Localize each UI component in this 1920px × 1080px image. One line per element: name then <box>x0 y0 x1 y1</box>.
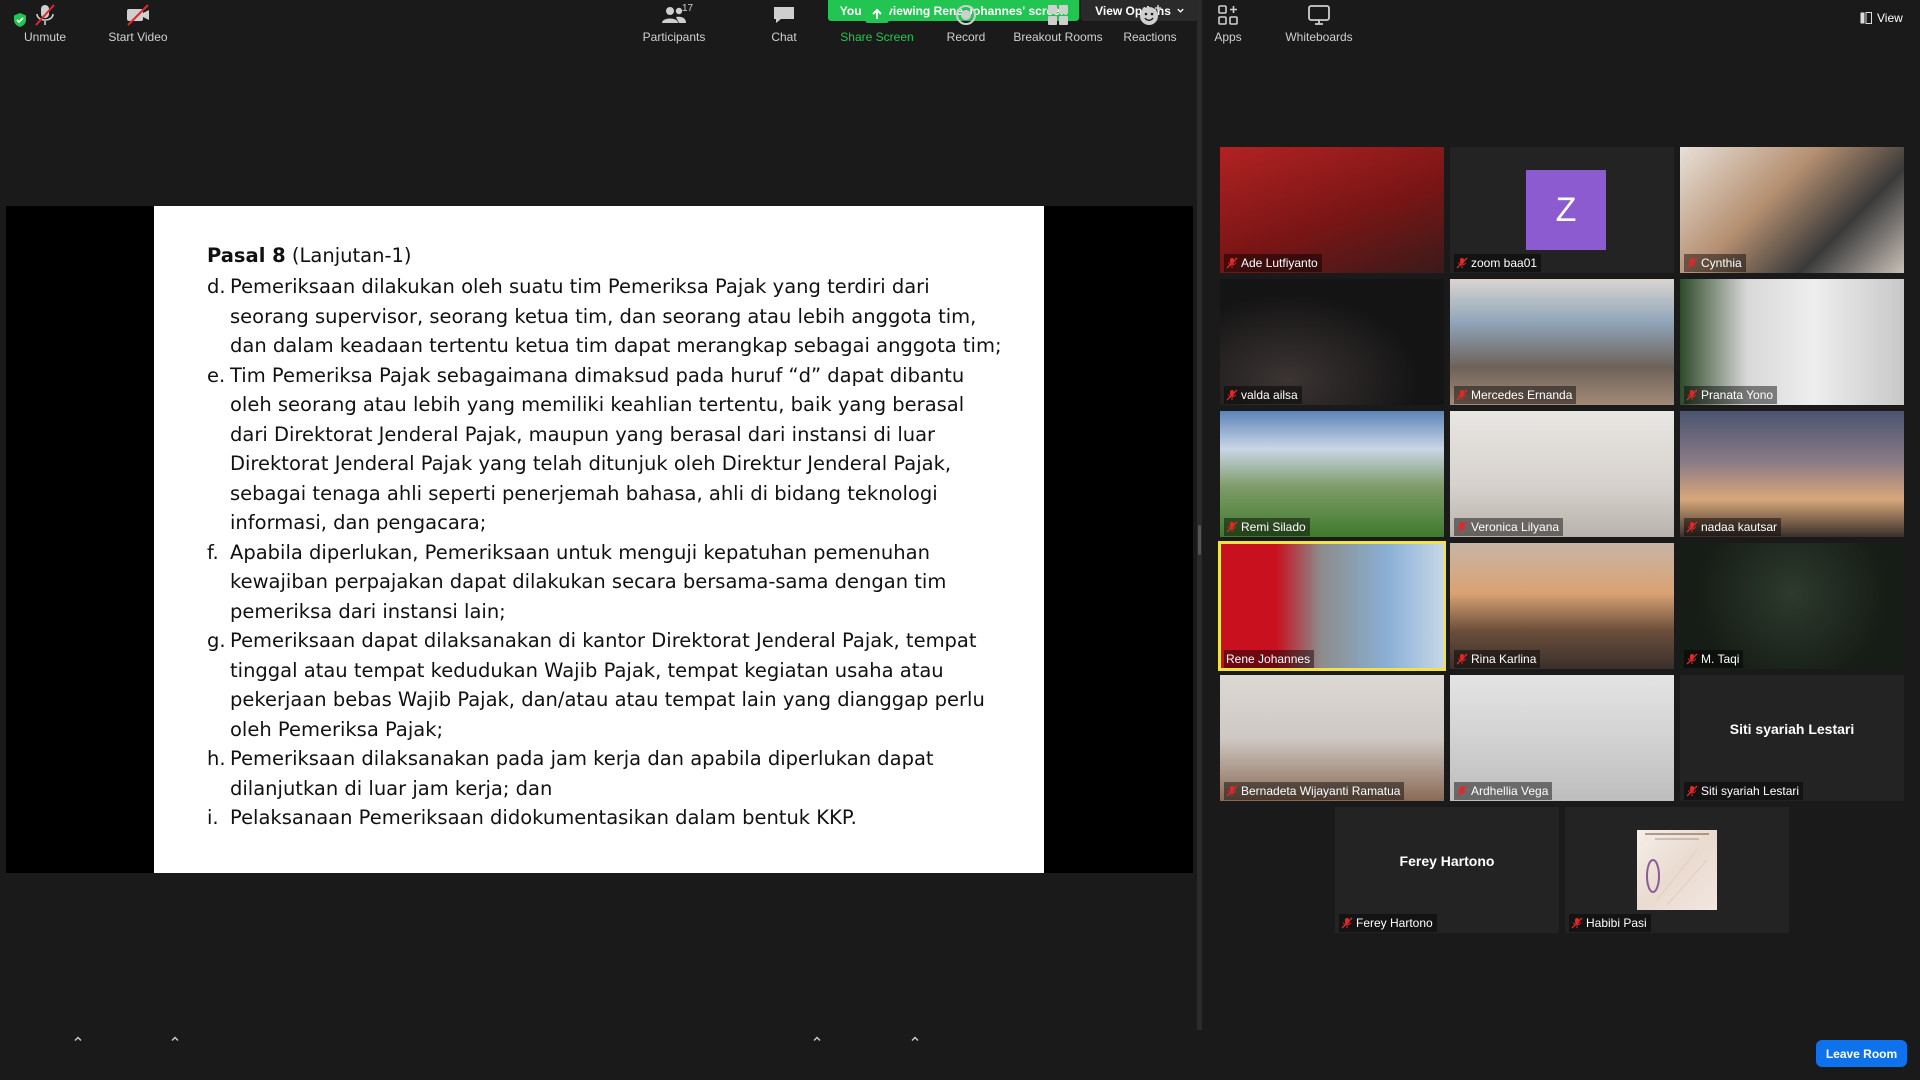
participant-name-display: Siti syariah Lestari <box>1729 721 1855 737</box>
apps-button[interactable]: Apps <box>1208 0 1248 50</box>
slide-item-h: h. Pemeriksaan dilaksanakan pada jam kerj… <box>207 747 934 800</box>
participant-name-label: Habibi Pasi <box>1569 914 1651 932</box>
grid-view-icon <box>1860 12 1872 24</box>
mic-muted-icon <box>1686 521 1698 533</box>
participant-tile[interactable]: Siti syariah Lestari Siti syariah Lestar… <box>1680 675 1904 801</box>
mic-muted-icon <box>1226 257 1238 269</box>
participant-tile[interactable]: Remi Silado <box>1220 411 1444 537</box>
participant-name-label: Mercedes Ernanda <box>1454 386 1577 404</box>
participant-name-label: Ardhellia Vega <box>1454 782 1553 800</box>
mic-muted-icon <box>1456 257 1468 269</box>
record-icon <box>956 5 976 25</box>
participant-tile[interactable]: Pranata Yono <box>1680 279 1904 405</box>
mic-muted-icon <box>1686 653 1698 665</box>
mic-muted-icon <box>1456 653 1468 665</box>
unmute-options-caret-icon[interactable] <box>73 1034 83 1044</box>
view-button[interactable]: View <box>1860 11 1903 25</box>
start-video-button[interactable]: Start Video <box>104 0 172 50</box>
mic-muted-icon <box>1226 389 1238 401</box>
slide-item-d: d. Pemeriksaan dilakukan oleh suatu tim P… <box>207 275 1002 357</box>
participant-name-label: nadaa kautsar <box>1684 518 1782 536</box>
participant-tile[interactable]: Veronica Lilyana <box>1450 411 1674 537</box>
chat-options-caret-icon[interactable] <box>812 1034 822 1044</box>
apps-icon <box>1218 5 1238 25</box>
participant-tile[interactable]: Habibi Pasi <box>1565 807 1789 933</box>
whiteboard-icon <box>1308 5 1330 25</box>
unmute-button[interactable]: Unmute <box>14 0 76 50</box>
participant-name-label: Remi Silado <box>1224 518 1310 536</box>
leave-room-button[interactable]: Leave Room <box>1816 1040 1907 1067</box>
breakout-rooms-icon <box>1048 5 1068 25</box>
whiteboards-button[interactable]: Whiteboards <box>1280 0 1358 50</box>
participant-name-label: Siti syariah Lestari <box>1684 782 1804 800</box>
mic-muted-icon <box>1686 389 1698 401</box>
slide-item-i: i. Pelaksanaan Pemeriksaan didokumentasik… <box>207 806 857 829</box>
participants-count: 17 <box>682 3 694 14</box>
participant-name-label: Bernadeta Wijayanti Ramatua <box>1224 782 1405 800</box>
participant-tile[interactable]: Bernadeta Wijayanti Ramatua <box>1220 675 1444 801</box>
slide-item-f: f. Apabila diperlukan, Pemeriksaan untuk … <box>207 540 947 623</box>
record-button[interactable]: Record <box>942 0 990 50</box>
participant-tile[interactable]: Mercedes Ernanda <box>1450 279 1674 405</box>
shared-screen: Pasal 8 (Lanjutan-1) d. Pemeriksaan dilak… <box>6 206 1193 873</box>
participants-button[interactable]: 17 Participants <box>640 0 708 50</box>
mic-muted-icon <box>1686 785 1698 797</box>
mic-muted-icon <box>1456 521 1468 533</box>
mic-muted-icon <box>1456 389 1468 401</box>
reactions-button[interactable]: Reactions <box>1122 0 1178 50</box>
share-screen-icon <box>865 6 889 23</box>
splitter-grip[interactable] <box>1198 525 1201 555</box>
document-thumbnail-icon <box>1645 833 1709 906</box>
slide-item-e: e. Tim Pemeriksa Pajak sebagaimana dimaks… <box>207 363 965 535</box>
chat-button[interactable]: Chat <box>764 0 804 50</box>
meeting-toolbar <box>0 1030 1920 1080</box>
slide-item-g: g. Pemeriksaan dapat dilaksanakan di kant… <box>207 629 985 741</box>
breakout-rooms-button[interactable]: Breakout Rooms <box>1012 0 1104 50</box>
participant-tile[interactable]: Ade Lutfiyanto <box>1220 147 1444 273</box>
participant-name-label: Rina Karlina <box>1454 650 1541 668</box>
participant-tile[interactable]: M. Taqi <box>1680 543 1904 669</box>
participant-name-label: Ferey Hartono <box>1339 914 1437 932</box>
panel-splitter[interactable] <box>1197 0 1202 1030</box>
share-screen-button[interactable]: Share Screen <box>840 0 914 50</box>
participant-tile[interactable]: Ardhellia Vega <box>1450 675 1674 801</box>
participant-name-label: Pranata Yono <box>1684 386 1778 404</box>
participant-tile[interactable]: nadaa kautsar <box>1680 411 1904 537</box>
participant-tile[interactable]: Rina Karlina <box>1450 543 1674 669</box>
mic-muted-icon <box>1226 785 1238 797</box>
participant-name-label: Cynthia <box>1684 254 1746 272</box>
participant-tile[interactable]: Cynthia <box>1680 147 1904 273</box>
participant-name-label: M. Taqi <box>1684 650 1744 668</box>
participant-name-label: zoom baa01 <box>1454 254 1542 272</box>
mic-muted-icon <box>1686 257 1698 269</box>
slide-title: Pasal 8 (Lanjutan-1) <box>207 244 412 267</box>
participant-tile[interactable]: valda ailsa <box>1220 279 1444 405</box>
presentation-slide: Pasal 8 (Lanjutan-1) d. Pemeriksaan dilak… <box>154 206 1044 873</box>
participant-tile[interactable]: Ferey Hartono Ferey Hartono <box>1335 807 1559 933</box>
participant-name-label: Rene Johannes <box>1224 650 1315 668</box>
profile-picture <box>1637 830 1717 910</box>
mic-muted-icon <box>1226 521 1238 533</box>
mic-muted-icon <box>1341 917 1353 929</box>
mic-muted-icon <box>1571 917 1583 929</box>
participant-name-display: Ferey Hartono <box>1399 853 1495 869</box>
reactions-icon <box>1140 5 1161 25</box>
video-options-caret-icon[interactable] <box>170 1034 180 1044</box>
participant-name-label: Ade Lutfiyanto <box>1224 254 1322 272</box>
chat-icon <box>774 7 794 23</box>
participant-tile[interactable]: Z zoom baa01 <box>1450 147 1674 273</box>
video-off-icon <box>127 4 149 26</box>
mic-muted-icon <box>1456 785 1468 797</box>
participant-tile-active-speaker[interactable]: Rene Johannes <box>1218 541 1446 671</box>
share-options-caret-icon[interactable] <box>910 1034 920 1044</box>
mic-muted-icon <box>35 4 55 26</box>
participant-name-label: valda ailsa <box>1224 386 1302 404</box>
participant-name-label: Veronica Lilyana <box>1454 518 1564 536</box>
avatar: Z <box>1526 170 1606 250</box>
